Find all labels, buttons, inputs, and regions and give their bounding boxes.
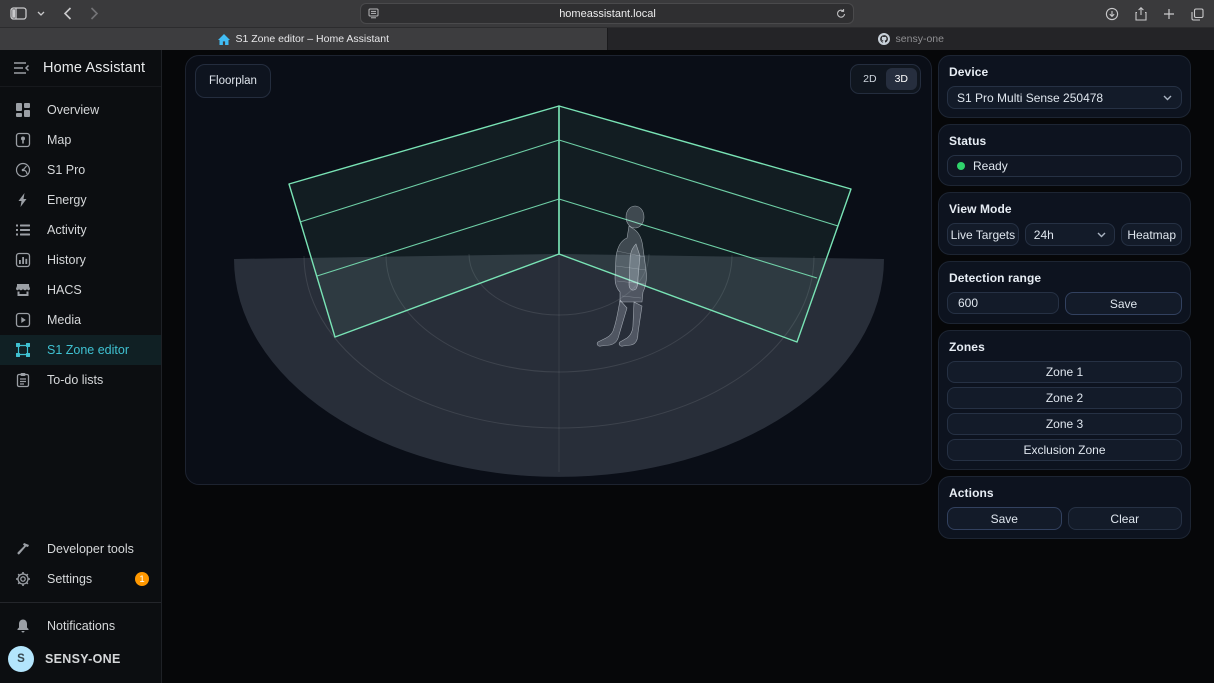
bell-icon bbox=[14, 617, 32, 635]
device-select[interactable]: S1 Pro Multi Sense 250478 bbox=[947, 86, 1182, 109]
new-tab-icon[interactable] bbox=[1163, 8, 1175, 20]
sidebar-item-overview[interactable]: Overview bbox=[0, 95, 161, 125]
main-content: Floorplan 2D 3D bbox=[162, 50, 1214, 683]
device-card: Device S1 Pro Multi Sense 250478 bbox=[938, 55, 1191, 118]
sidebar-item-hacs[interactable]: HACS bbox=[0, 275, 161, 305]
address-bar[interactable]: homeassistant.local bbox=[360, 3, 854, 24]
radar-3d-scene bbox=[186, 56, 932, 485]
chevron-down-icon bbox=[1097, 232, 1106, 238]
detection-range-card: Detection range 600 Save bbox=[938, 261, 1191, 324]
tab-label: S1 Zone editor – Home Assistant bbox=[236, 33, 390, 45]
device-select-value: S1 Pro Multi Sense 250478 bbox=[957, 91, 1103, 105]
actions-clear-button[interactable]: Clear bbox=[1068, 507, 1183, 530]
home-assistant-favicon bbox=[218, 34, 230, 45]
sidebar: Home Assistant Overview Map S1 Pro Energ… bbox=[0, 50, 162, 683]
github-icon bbox=[878, 33, 890, 45]
view-dimension-toggle: 2D 3D bbox=[850, 64, 921, 94]
zone-1-button[interactable]: Zone 1 bbox=[947, 361, 1182, 383]
status-card: Status Ready bbox=[938, 124, 1191, 186]
reload-icon[interactable] bbox=[836, 8, 846, 19]
status-title: Status bbox=[949, 134, 1182, 148]
zone-2-button[interactable]: Zone 2 bbox=[947, 387, 1182, 409]
vector-zone-icon bbox=[14, 341, 32, 359]
url-text: homeassistant.local bbox=[379, 8, 836, 20]
settings-badge: 1 bbox=[135, 572, 149, 586]
browser-toolbar: homeassistant.local bbox=[0, 0, 1214, 28]
control-panel: Device S1 Pro Multi Sense 250478 Status … bbox=[938, 55, 1191, 539]
bar-chart-icon bbox=[14, 251, 32, 269]
zones-card: Zones Zone 1 Zone 2 Zone 3 Exclusion Zon… bbox=[938, 330, 1191, 470]
list-icon bbox=[14, 221, 32, 239]
device-title: Device bbox=[949, 65, 1182, 79]
actions-card: Actions Save Clear bbox=[938, 476, 1191, 539]
sidebar-item-s1-pro[interactable]: S1 Pro bbox=[0, 155, 161, 185]
sidebar-item-energy[interactable]: Energy bbox=[0, 185, 161, 215]
history-range-value: 24h bbox=[1034, 228, 1054, 242]
user-name: SENSY-ONE bbox=[45, 652, 121, 666]
toggle-2d[interactable]: 2D bbox=[854, 68, 885, 90]
avatar: S bbox=[8, 646, 34, 672]
actions-save-button[interactable]: Save bbox=[947, 507, 1062, 530]
zone-3-button[interactable]: Zone 3 bbox=[947, 413, 1182, 435]
status-ready-dot bbox=[957, 162, 965, 170]
sidebar-item-settings[interactable]: Settings 1 bbox=[0, 564, 161, 594]
tab-overview-icon[interactable] bbox=[1191, 8, 1204, 21]
exclusion-zone-button[interactable]: Exclusion Zone bbox=[947, 439, 1182, 461]
sidebar-item-developer-tools[interactable]: Developer tools bbox=[0, 534, 161, 564]
detection-range-title: Detection range bbox=[949, 271, 1182, 285]
zone-editor-canvas[interactable]: Floorplan 2D 3D bbox=[185, 55, 932, 485]
history-range-select[interactable]: 24h bbox=[1025, 223, 1116, 246]
gear-icon bbox=[14, 570, 32, 588]
sidebar-item-activity[interactable]: Activity bbox=[0, 215, 161, 245]
hammer-icon bbox=[14, 540, 32, 558]
detection-range-save-button[interactable]: Save bbox=[1065, 292, 1182, 315]
tab-home-assistant[interactable]: S1 Zone editor – Home Assistant bbox=[0, 28, 607, 50]
sidebar-item-map[interactable]: Map bbox=[0, 125, 161, 155]
sidebar-divider bbox=[0, 602, 161, 603]
forward-button[interactable] bbox=[90, 7, 99, 20]
floorplan-button[interactable]: Floorplan bbox=[195, 64, 271, 98]
toggle-3d[interactable]: 3D bbox=[886, 68, 917, 90]
view-mode-title: View Mode bbox=[949, 202, 1182, 216]
sidebar-item-history[interactable]: History bbox=[0, 245, 161, 275]
sidebar-item-s1-zone-editor[interactable]: S1 Zone editor bbox=[0, 335, 161, 365]
app-title: Home Assistant bbox=[43, 60, 145, 76]
radar-icon bbox=[14, 161, 32, 179]
sidebar-item-notifications[interactable]: Notifications bbox=[0, 611, 161, 641]
play-box-icon bbox=[14, 311, 32, 329]
menu-icon[interactable] bbox=[13, 62, 30, 74]
lightning-icon bbox=[14, 191, 32, 209]
sidebar-toggle-icon[interactable] bbox=[10, 7, 27, 20]
status-value: Ready bbox=[973, 159, 1008, 173]
dashboard-icon bbox=[14, 101, 32, 119]
chevron-down-icon bbox=[1163, 95, 1172, 101]
storefront-icon bbox=[14, 281, 32, 299]
sidebar-item-todo-lists[interactable]: To-do lists bbox=[0, 365, 161, 395]
chevron-down-icon[interactable] bbox=[37, 11, 45, 16]
zones-title: Zones bbox=[949, 340, 1182, 354]
back-button[interactable] bbox=[63, 7, 72, 20]
map-icon bbox=[14, 131, 32, 149]
reader-view-icon[interactable] bbox=[368, 8, 379, 19]
live-targets-button[interactable]: Live Targets bbox=[947, 223, 1019, 246]
status-field: Ready bbox=[947, 155, 1182, 177]
sidebar-user[interactable]: S SENSY-ONE bbox=[0, 641, 161, 677]
clipboard-icon bbox=[14, 371, 32, 389]
tab-label: sensy-one bbox=[896, 33, 944, 45]
tab-strip: S1 Zone editor – Home Assistant sensy-on… bbox=[0, 28, 1214, 50]
tab-sensy-one[interactable]: sensy-one bbox=[607, 28, 1214, 50]
share-icon[interactable] bbox=[1135, 7, 1147, 21]
heatmap-button[interactable]: Heatmap bbox=[1121, 223, 1182, 246]
downloads-icon[interactable] bbox=[1105, 7, 1119, 21]
actions-title: Actions bbox=[949, 486, 1182, 500]
view-mode-card: View Mode Live Targets 24h Heatmap bbox=[938, 192, 1191, 255]
detection-range-input[interactable]: 600 bbox=[947, 292, 1059, 314]
sidebar-item-media[interactable]: Media bbox=[0, 305, 161, 335]
